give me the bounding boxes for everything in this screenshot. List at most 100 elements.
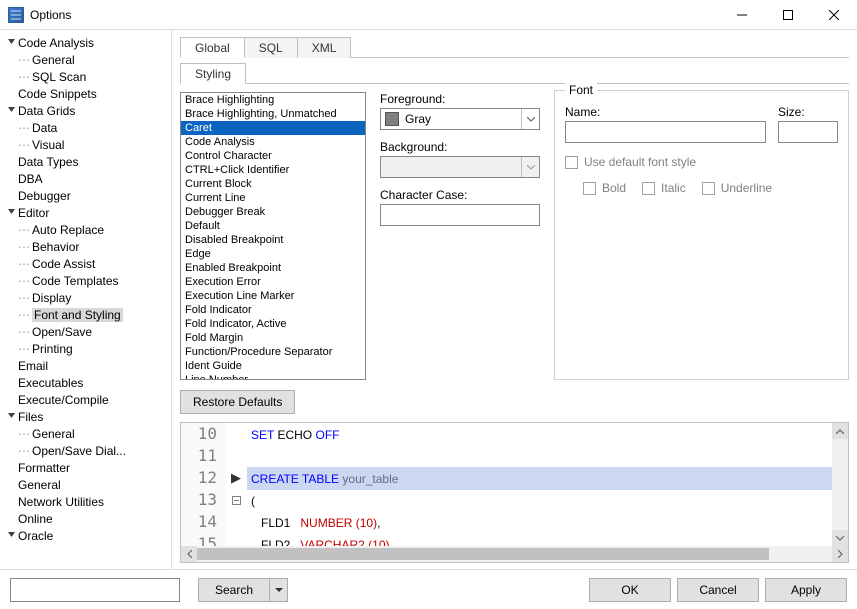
scroll-left-icon[interactable]	[181, 546, 197, 562]
maximize-button[interactable]	[765, 0, 811, 30]
checkbox-icon	[642, 182, 655, 195]
tree-item[interactable]: Debugger	[0, 187, 171, 204]
tree-item[interactable]: ⋯General	[0, 51, 171, 68]
charcase-input[interactable]	[380, 204, 540, 226]
fold-collapse-icon	[225, 496, 247, 505]
cancel-button[interactable]: Cancel	[677, 578, 759, 602]
vertical-scrollbar[interactable]	[832, 423, 848, 546]
tree-item[interactable]: ⋯Code Assist	[0, 255, 171, 272]
style-list-item[interactable]: Current Line	[181, 191, 365, 205]
ok-button[interactable]: OK	[589, 578, 671, 602]
style-list-item[interactable]: Fold Margin	[181, 331, 365, 345]
style-fields: Foreground: Gray Background:	[380, 92, 540, 380]
tree-item[interactable]: ⋯Auto Replace	[0, 221, 171, 238]
style-list-item[interactable]: Ident Guide	[181, 359, 365, 373]
tree-item[interactable]: Execute/Compile	[0, 391, 171, 408]
underline-checkbox[interactable]: Underline	[702, 181, 772, 195]
subtab-styling[interactable]: Styling	[180, 63, 246, 84]
tree-item[interactable]: ⋯Data	[0, 119, 171, 136]
leaf-dash-icon: ⋯	[18, 223, 32, 237]
tree-item-label: SQL Scan	[32, 70, 86, 84]
bold-checkbox[interactable]: Bold	[583, 181, 626, 195]
style-list-item[interactable]: Enabled Breakpoint	[181, 261, 365, 275]
code-line: 13(	[181, 489, 832, 511]
style-list-item[interactable]: Fold Indicator, Active	[181, 317, 365, 331]
scroll-down-icon[interactable]	[832, 530, 848, 546]
bold-label: Bold	[602, 181, 626, 195]
tree-item[interactable]: Editor	[0, 204, 171, 221]
close-button[interactable]	[811, 0, 857, 30]
tree-item[interactable]: Code Analysis	[0, 34, 171, 51]
tree-item[interactable]: Network Utilities	[0, 493, 171, 510]
style-list-item[interactable]: Disabled Breakpoint	[181, 233, 365, 247]
category-tree[interactable]: Code Analysis⋯General⋯SQL ScanCode Snipp…	[0, 30, 171, 569]
style-list-item[interactable]: Function/Procedure Separator	[181, 345, 365, 359]
style-list-item[interactable]: Execution Error	[181, 275, 365, 289]
tree-item[interactable]: DBA	[0, 170, 171, 187]
search-input[interactable]	[10, 578, 180, 602]
tree-item[interactable]: ⋯Open/Save	[0, 323, 171, 340]
charcase-label: Character Case:	[380, 188, 540, 202]
tree-item[interactable]: ⋯Display	[0, 289, 171, 306]
tree-item[interactable]: ⋯General	[0, 425, 171, 442]
style-list-item[interactable]: Debugger Break	[181, 205, 365, 219]
search-dropdown-button[interactable]	[270, 578, 288, 602]
italic-checkbox[interactable]: Italic	[642, 181, 686, 195]
use-default-font-checkbox[interactable]: Use default font style	[565, 155, 838, 169]
tab-global[interactable]: Global	[180, 37, 245, 58]
style-list-item[interactable]: Brace Highlighting, Unmatched	[181, 107, 365, 121]
tree-item[interactable]: Formatter	[0, 459, 171, 476]
horizontal-scrollbar[interactable]	[181, 546, 848, 562]
line-number: 11	[181, 445, 225, 467]
apply-button[interactable]: Apply	[765, 578, 847, 602]
background-combo[interactable]	[380, 156, 540, 178]
tree-item[interactable]: ⋯Font and Styling	[0, 306, 171, 323]
tree-item[interactable]: General	[0, 476, 171, 493]
style-list-item[interactable]: Fold Indicator	[181, 303, 365, 317]
tree-item[interactable]: ⋯SQL Scan	[0, 68, 171, 85]
tree-item-label: Online	[18, 512, 53, 526]
tree-item[interactable]: Oracle	[0, 527, 171, 544]
line-number: 13	[181, 489, 225, 511]
style-list-item[interactable]: Execution Line Marker	[181, 289, 365, 303]
style-listbox[interactable]: Brace HighlightingBrace Highlighting, Un…	[180, 92, 366, 380]
scroll-up-icon[interactable]	[832, 423, 848, 439]
font-size-input[interactable]	[778, 121, 838, 143]
tab-sql[interactable]: SQL	[244, 37, 298, 58]
tree-item[interactable]: ⋯Open/Save Dial...	[0, 442, 171, 459]
tree-item[interactable]: Email	[0, 357, 171, 374]
style-list-item[interactable]: Current Block	[181, 177, 365, 191]
style-list-item[interactable]: Line Number	[181, 373, 365, 380]
title-bar: Options	[0, 0, 857, 30]
style-list-item[interactable]: Caret	[181, 121, 365, 135]
minimize-button[interactable]	[719, 0, 765, 30]
tree-item[interactable]: Data Grids	[0, 102, 171, 119]
style-list-item[interactable]: Edge	[181, 247, 365, 261]
style-list-item[interactable]: Default	[181, 219, 365, 233]
style-list-item[interactable]: Control Character	[181, 149, 365, 163]
tree-item-label: Code Analysis	[18, 36, 94, 50]
style-list-item[interactable]: Brace Highlighting	[181, 93, 365, 107]
tree-item[interactable]: Files	[0, 408, 171, 425]
style-list-item[interactable]: Code Analysis	[181, 135, 365, 149]
scrollbar-thumb[interactable]	[197, 548, 769, 560]
code-lines[interactable]: 10SET ECHO OFF1112▶CREATE TABLE your_tab…	[181, 423, 832, 546]
tree-item[interactable]: ⋯Code Templates	[0, 272, 171, 289]
tree-item[interactable]: Executables	[0, 374, 171, 391]
tree-item[interactable]: Code Snippets	[0, 85, 171, 102]
foreground-combo[interactable]: Gray	[380, 108, 540, 130]
font-name-input[interactable]	[565, 121, 766, 143]
restore-defaults-button[interactable]: Restore Defaults	[180, 390, 295, 414]
search-button[interactable]: Search	[198, 578, 270, 602]
line-number: 10	[181, 423, 225, 445]
tree-item[interactable]: ⋯Visual	[0, 136, 171, 153]
app-icon	[8, 7, 24, 23]
tree-item-label: Data Types	[18, 155, 78, 169]
tab-xml[interactable]: XML	[297, 37, 352, 58]
tree-item[interactable]: ⋯Printing	[0, 340, 171, 357]
tree-item[interactable]: Online	[0, 510, 171, 527]
style-list-item[interactable]: CTRL+Click Identifier	[181, 163, 365, 177]
tree-item[interactable]: ⋯Behavior	[0, 238, 171, 255]
tree-item[interactable]: Data Types	[0, 153, 171, 170]
scroll-right-icon[interactable]	[832, 546, 848, 562]
